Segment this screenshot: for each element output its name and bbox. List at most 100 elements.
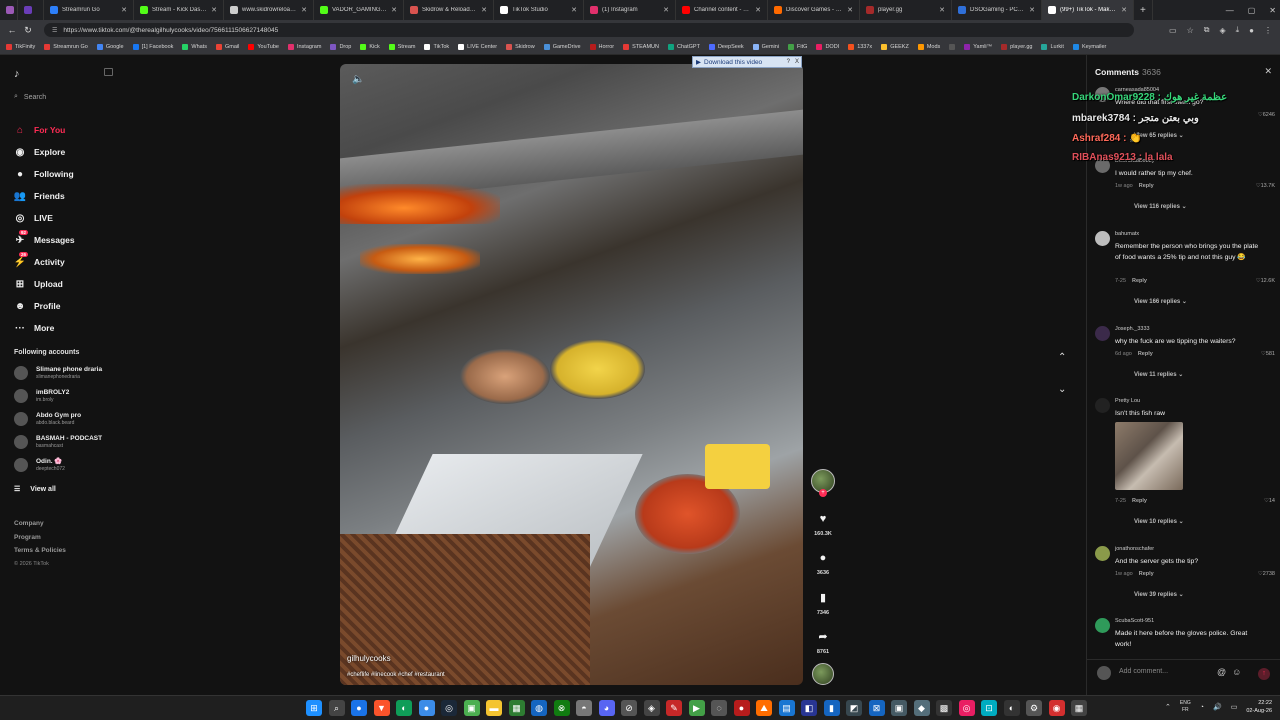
browser-tab[interactable]: Streamrun Go ✕ bbox=[44, 0, 134, 20]
bookmark-item[interactable]: LIVE Center bbox=[458, 44, 497, 50]
nav-upload[interactable]: ⊞ Upload bbox=[14, 273, 129, 295]
discord-icon[interactable]: ◕ bbox=[598, 700, 615, 716]
comment-username[interactable]: Pretty Lou bbox=[1115, 398, 1140, 404]
bookmark-item[interactable]: Skidrow bbox=[506, 44, 535, 50]
bookmark-item[interactable]: YouTube bbox=[248, 44, 279, 50]
following-account[interactable]: Odin. 🌸 deeptech072 bbox=[14, 458, 65, 472]
close-comments-icon[interactable]: ✕ bbox=[1264, 66, 1272, 77]
browser-tab[interactable] bbox=[0, 0, 18, 20]
comment-like-button[interactable]: ♡581 bbox=[1261, 351, 1275, 357]
app-icon[interactable]: ◩ bbox=[846, 700, 862, 716]
bookmark-item[interactable]: Streamrun Go bbox=[44, 44, 88, 50]
tab-close-icon[interactable]: ✕ bbox=[571, 6, 577, 14]
nav-explore[interactable]: ◉ Explore bbox=[14, 141, 129, 163]
chrome-icon[interactable]: ● bbox=[351, 700, 367, 716]
bookmark-item[interactable]: TikTok bbox=[424, 44, 449, 50]
search-box[interactable]: ⌕ Search bbox=[14, 93, 46, 101]
nav-for-you[interactable]: ⌂ For You bbox=[14, 119, 129, 141]
like-button[interactable]: ♥ 160.3K bbox=[810, 513, 836, 537]
chrome-active-icon[interactable]: ● bbox=[418, 700, 435, 716]
bookmark-item[interactable]: 1337x bbox=[848, 44, 872, 50]
reply-button[interactable]: Reply bbox=[1132, 498, 1147, 504]
comment-image[interactable] bbox=[1115, 422, 1183, 490]
url-input[interactable]: ☰ https://www.tiktok.com/@therealgilhuly… bbox=[44, 23, 1134, 37]
bookmark-item[interactable]: Mods bbox=[917, 44, 940, 50]
app-icon[interactable]: ▣ bbox=[463, 700, 480, 716]
comment-username[interactable]: Joseph._3333 bbox=[1115, 326, 1150, 332]
maximize-icon[interactable]: ▢ bbox=[1248, 6, 1256, 15]
previous-video-icon[interactable]: ⌃ bbox=[1058, 352, 1066, 363]
minimize-icon[interactable]: — bbox=[1226, 6, 1234, 15]
app-icon[interactable]: ▮ bbox=[823, 700, 840, 716]
steam-icon[interactable]: ◎ bbox=[441, 700, 457, 716]
app-icon[interactable]: ◓ bbox=[576, 700, 592, 716]
search-icon[interactable]: ⌕ bbox=[328, 700, 345, 716]
volume-icon[interactable]: 🔈 bbox=[352, 74, 364, 85]
bookmark-item[interactable]: STEAMUN bbox=[623, 44, 659, 50]
bookmark-item[interactable]: Gemini bbox=[752, 44, 779, 50]
reply-button[interactable]: Reply bbox=[1139, 571, 1154, 577]
bookmark-item[interactable]: Whats bbox=[182, 44, 207, 50]
browser-tab[interactable]: DSOGaming - PC Gam... ✕ bbox=[952, 0, 1042, 20]
bookmark-item[interactable]: Gmail bbox=[215, 44, 239, 50]
nav-profile[interactable]: ☻ Profile bbox=[14, 295, 129, 317]
bookmark-item[interactable]: ChatGPT bbox=[668, 44, 700, 50]
app-icon[interactable]: ▦ bbox=[1071, 700, 1087, 716]
bookmark-item[interactable]: Lurkit bbox=[1041, 44, 1064, 50]
bookmark-star-icon[interactable]: ☆ bbox=[1187, 26, 1194, 35]
wifi-icon[interactable]: ◔ bbox=[1200, 704, 1204, 711]
bookmark-item[interactable]: Stream bbox=[388, 44, 415, 50]
comment-like-button[interactable]: ♡13.7K bbox=[1256, 183, 1275, 189]
nav-live[interactable]: ◎ LIVE bbox=[14, 207, 129, 229]
terms-link[interactable]: Terms & Policies bbox=[14, 544, 66, 558]
download-help-button[interactable]: ? bbox=[787, 59, 790, 65]
comment-like-button[interactable]: ♡12.6K bbox=[1256, 278, 1275, 284]
browser-tab[interactable]: Skidrow & Reloaded G... ✕ bbox=[404, 0, 494, 20]
reply-button[interactable]: Reply bbox=[1138, 351, 1153, 357]
comment-like-button[interactable]: ♡2738 bbox=[1258, 571, 1275, 577]
extensions-icon[interactable]: ⧉ bbox=[1204, 25, 1210, 35]
comment-avatar[interactable] bbox=[1095, 326, 1110, 341]
video-player[interactable]: 🔈 gilhulycooks #cheflife #linecook #chef… bbox=[340, 64, 803, 685]
mention-icon[interactable]: @ bbox=[1217, 667, 1226, 677]
bookmark-item[interactable]: DODI bbox=[816, 44, 839, 50]
comment-button[interactable]: ● 3636 bbox=[810, 552, 836, 576]
browser-tab[interactable]: Stream - Kick Dashboard✕ bbox=[134, 0, 224, 20]
program-link[interactable]: Program bbox=[14, 531, 66, 545]
app-icon[interactable]: ◆ bbox=[913, 700, 930, 716]
browser-tab[interactable]: TikTok Studio ✕ bbox=[494, 0, 584, 20]
language-indicator[interactable]: ENG FR bbox=[1180, 700, 1191, 714]
view-replies-button[interactable]: View 116 replies ⌄ bbox=[1134, 203, 1187, 210]
settings-icon[interactable]: ⚙ bbox=[1026, 700, 1042, 716]
comment-username[interactable]: bahumatx bbox=[1115, 231, 1139, 237]
app-icon[interactable]: ◍ bbox=[531, 700, 547, 716]
app-icon[interactable]: ◈ bbox=[643, 700, 660, 716]
app-icon[interactable]: ▤ bbox=[778, 700, 795, 716]
app-icon[interactable]: ◉ bbox=[1048, 700, 1065, 716]
app-icon[interactable]: ◧ bbox=[801, 700, 817, 716]
back-icon[interactable]: ← bbox=[4, 25, 20, 35]
view-replies-button[interactable]: View 39 replies ⌄ bbox=[1134, 591, 1184, 598]
windows-start-icon[interactable]: ⊞ bbox=[306, 700, 322, 716]
following-account[interactable]: Slimane phone draria slimanephonedraria bbox=[14, 366, 102, 380]
comment-like-button[interactable]: ♡6246 bbox=[1258, 112, 1275, 118]
music-disc-avatar[interactable] bbox=[812, 663, 834, 685]
browser-tab[interactable]: www.skidrowreloaded... ✕ bbox=[224, 0, 314, 20]
app-icon[interactable]: ⊠ bbox=[868, 700, 885, 716]
view-replies-button[interactable]: View 166 replies ⌄ bbox=[1134, 298, 1187, 305]
following-account[interactable]: BASMAH - PODCAST basmahcast bbox=[14, 435, 102, 449]
bookmark-item[interactable]: Drop bbox=[330, 44, 351, 50]
comment-avatar[interactable] bbox=[1095, 398, 1110, 413]
collapse-sidebar-icon[interactable] bbox=[104, 68, 113, 76]
next-video-icon[interactable]: ⌄ bbox=[1058, 384, 1066, 395]
tab-close-icon[interactable]: ✕ bbox=[1029, 6, 1035, 14]
view-replies-button[interactable]: View 10 replies ⌄ bbox=[1134, 518, 1184, 525]
battery-icon[interactable]: ▭ bbox=[1231, 703, 1238, 711]
bookmark-item[interactable]: Yamli™ bbox=[964, 44, 992, 50]
following-account[interactable]: imBROLY2 im.broly bbox=[14, 389, 69, 403]
tab-close-icon[interactable]: ✕ bbox=[121, 6, 127, 14]
bookmark-item[interactable]: Horror bbox=[589, 44, 614, 50]
app-icon[interactable]: ⊡ bbox=[981, 700, 997, 716]
company-link[interactable]: Company bbox=[14, 517, 66, 531]
menu-icon[interactable]: ⋮ bbox=[1264, 26, 1272, 35]
